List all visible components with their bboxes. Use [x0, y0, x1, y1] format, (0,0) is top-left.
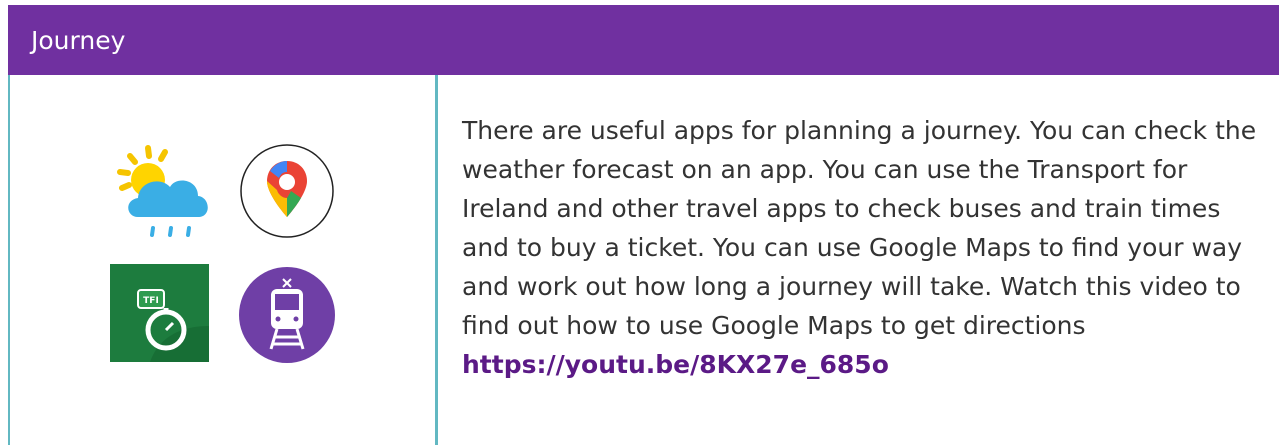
video-link[interactable]: https://youtu.be/8KX27e_685o [462, 350, 889, 379]
app-icons-panel: TFI [10, 75, 435, 445]
column-divider [435, 75, 438, 445]
tfi-journey-planner-icon: TFI [110, 264, 209, 362]
journey-card: Journey TFI There are useful apps for pl… [8, 5, 1279, 445]
journey-description: There are useful apps for planning a jou… [462, 111, 1262, 384]
section-header: Journey [8, 5, 1279, 75]
section-body: TFI There are useful apps for planning a… [8, 75, 1279, 445]
train-app-icon [239, 267, 335, 363]
description-text: There are useful apps for planning a jou… [462, 116, 1257, 340]
tfi-label: TFI [143, 296, 159, 306]
weather-rain-sun-icon [108, 142, 216, 242]
google-maps-pin-icon [239, 143, 335, 239]
section-title: Journey [31, 25, 126, 55]
